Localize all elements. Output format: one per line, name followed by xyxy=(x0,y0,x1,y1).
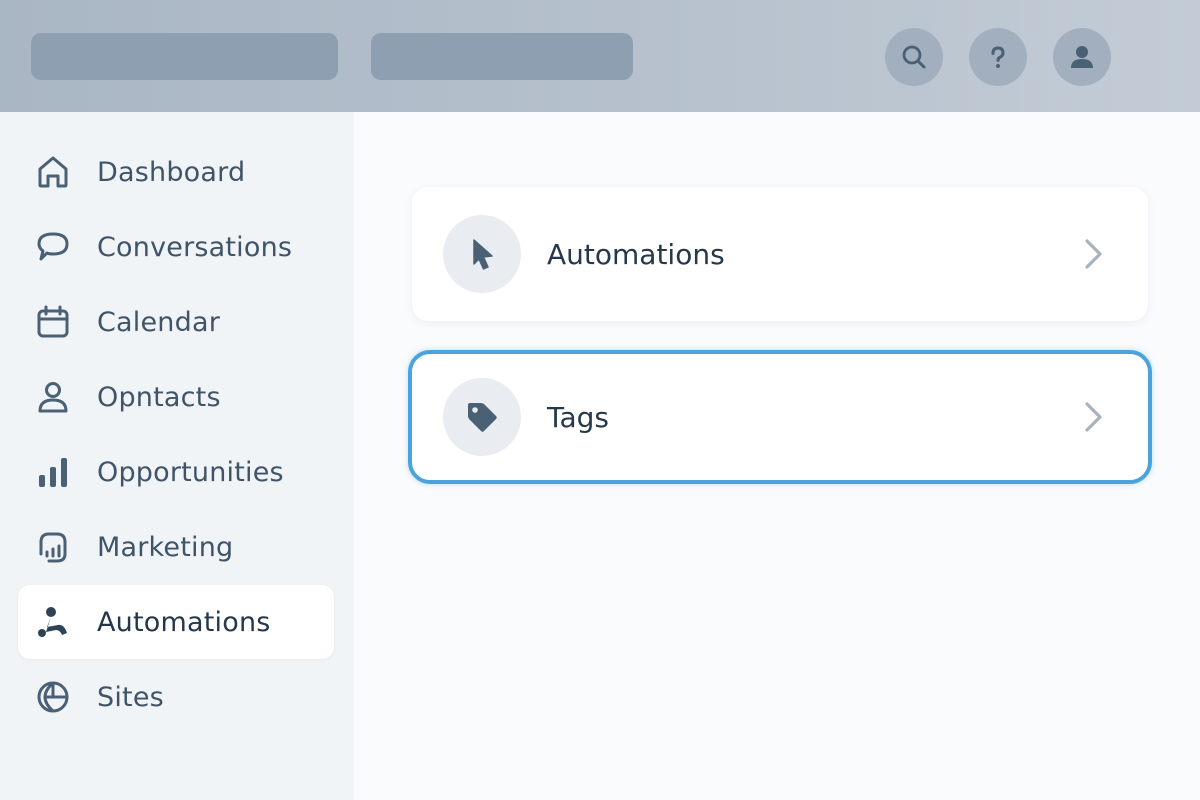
sidebar-item-contacts[interactable]: Opntacts xyxy=(18,360,334,434)
card-label: Automations xyxy=(547,237,725,271)
sidebar-item-sites[interactable]: Sites xyxy=(18,660,334,734)
sidebar-item-label: Opntacts xyxy=(97,381,221,413)
sidebar-item-label: Sites xyxy=(97,681,164,713)
help-button[interactable] xyxy=(969,28,1027,86)
cursor-icon xyxy=(443,215,521,293)
sidebar-item-calendar[interactable]: Calendar xyxy=(18,285,334,359)
sidebar-item-label: Calendar xyxy=(97,306,221,338)
calendar-icon xyxy=(33,302,73,342)
contact-icon xyxy=(33,377,73,417)
bar-chart-icon xyxy=(33,452,73,492)
marketing-icon xyxy=(33,527,73,567)
search-button[interactable] xyxy=(885,28,943,86)
sidebar-item-opportunities[interactable]: Opportunities xyxy=(18,435,334,509)
automations-card[interactable]: Automations xyxy=(412,187,1148,321)
card-label: Tags xyxy=(547,400,609,434)
sidebar-item-label: Automations xyxy=(97,606,271,638)
automation-icon xyxy=(33,602,73,642)
globe-icon xyxy=(33,677,73,717)
sidebar-item-label: Conversations xyxy=(97,231,293,263)
top-bar-placeholder-secondary xyxy=(371,33,633,80)
sidebar-item-dashboard[interactable]: Dashboard xyxy=(18,135,334,209)
help-icon xyxy=(991,46,1005,68)
sidebar-item-label: Opportunities xyxy=(97,456,284,488)
tags-card[interactable]: Tags xyxy=(408,350,1152,484)
sidebar-item-conversations[interactable]: Conversations xyxy=(18,210,334,284)
user-icon xyxy=(1071,46,1093,68)
profile-button[interactable] xyxy=(1053,28,1111,86)
sidebar-item-marketing[interactable]: Marketing xyxy=(18,510,334,584)
sidebar-item-label: Dashboard xyxy=(97,156,246,188)
top-bar xyxy=(0,0,1200,112)
chevron-right-icon xyxy=(1085,239,1102,269)
chevron-right-icon xyxy=(1085,402,1102,432)
chat-icon xyxy=(33,227,73,267)
sidebar-item-automations[interactable]: Automations xyxy=(18,585,334,659)
sidebar-item-label: Marketing xyxy=(97,531,234,563)
home-icon xyxy=(33,152,73,192)
search-icon xyxy=(902,45,926,69)
tag-icon xyxy=(443,378,521,456)
top-bar-placeholder-primary xyxy=(31,33,338,80)
